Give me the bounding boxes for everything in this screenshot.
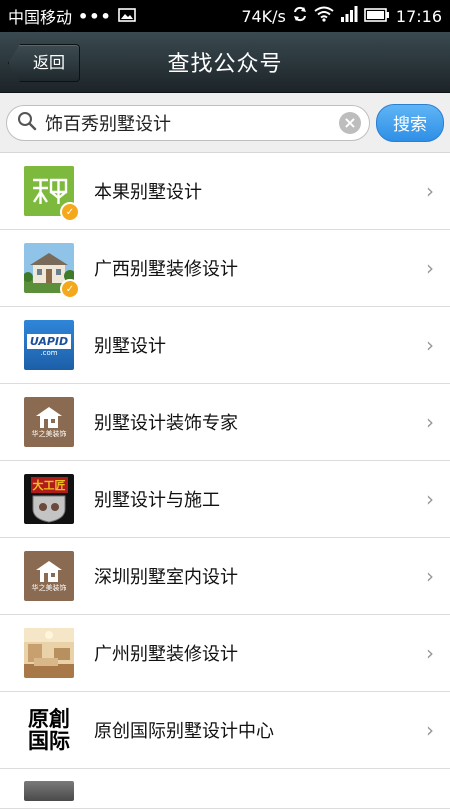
result-item[interactable]: 华之美装饰 深圳别墅室内设计 › [0,538,450,615]
result-item-partial[interactable] [0,769,450,809]
account-name: 本果别墅设计 [94,182,202,203]
chevron-right-icon: › [426,333,434,357]
account-avatar: 原創 国际 [24,705,74,755]
battery-icon [364,7,390,26]
clock: 17:16 [395,6,442,26]
search-button[interactable]: 搜索 [376,103,444,142]
chevron-right-icon: › [426,179,434,203]
uapid-logo-sub: .com [40,348,58,357]
carrier-label: 中国移动 [8,8,73,27]
account-avatar: 大工匠 [24,474,74,524]
account-avatar: ✓ [24,243,80,299]
dagongjiang-logo-text: 大工匠 [30,477,68,493]
result-item[interactable]: ✓ 本果别墅设计 › [0,153,450,230]
account-name: 广州别墅装修设计 [94,644,238,665]
uapid-logo-text: UAPID [26,333,72,349]
account-avatar: 华之美装饰 [24,397,74,447]
notification-dots: ••• [78,6,112,26]
chevron-right-icon: › [426,256,434,280]
search-query-text[interactable]: 饰百秀别墅设计 [45,110,339,136]
yuanchuang-logo-line1: 原創 [28,707,70,731]
huazhimei-logo-text: 华之美装饰 [31,584,67,592]
verified-icon: ✓ [60,279,80,299]
page-title: 查找公众号 [167,52,283,77]
results-list: ✓ 本果别墅设计 › ✓ 广西别墅装修设计 › UAPID .com 别墅设计 … [0,153,450,809]
account-name: 原创国际别墅设计中心 [94,721,274,742]
yuanchuang-logo-line2: 国际 [28,729,70,753]
result-item[interactable]: 华之美装饰 别墅设计装饰专家 › [0,384,450,461]
search-icon [17,111,37,135]
title-bar: 返回 查找公众号 [0,32,450,93]
image-notification-icon [117,7,136,26]
chevron-right-icon: › [426,718,434,742]
result-item[interactable]: UAPID .com 别墅设计 › [0,307,450,384]
network-speed: 74K/s [241,6,286,26]
wifi-icon [314,6,334,26]
account-avatar [24,628,74,678]
huazhimei-logo-text: 华之美装饰 [31,430,67,438]
house-logo-icon [36,407,62,428]
chevron-right-icon: › [426,641,434,665]
account-avatar: 华之美装饰 [24,551,74,601]
account-name: 别墅设计 [94,336,166,357]
result-item[interactable]: 原創 国际 原创国际别墅设计中心 › [0,692,450,769]
result-item[interactable]: 大工匠 别墅设计与施工 › [0,461,450,538]
account-avatar [24,781,74,801]
account-avatar: UAPID .com [24,320,74,370]
chevron-right-icon: › [426,410,434,434]
account-name: 别墅设计与施工 [94,490,220,511]
sync-icon [292,6,308,26]
result-item[interactable]: 广州别墅装修设计 › [0,615,450,692]
shield-icon [32,495,66,523]
account-avatar: ✓ [24,166,80,222]
chevron-right-icon: › [426,564,434,588]
interior-photo-logo [24,628,74,678]
back-button[interactable]: 返回 [8,44,81,82]
clear-search-icon[interactable]: × [339,111,361,134]
chevron-right-icon: › [426,487,434,511]
signal-icon [340,6,358,26]
account-name: 深圳别墅室内设计 [94,567,238,588]
account-name: 别墅设计装饰专家 [94,413,238,434]
house-logo-icon [36,561,62,582]
search-bar: 饰百秀别墅设计 × 搜索 [0,93,450,153]
status-bar: 中国移动 ••• 74K/s 17:16 [0,0,450,32]
account-name: 广西别墅装修设计 [94,259,238,280]
result-item[interactable]: ✓ 广西别墅装修设计 › [0,230,450,307]
search-input[interactable]: 饰百秀别墅设计 × [6,104,370,141]
verified-icon: ✓ [60,202,80,222]
